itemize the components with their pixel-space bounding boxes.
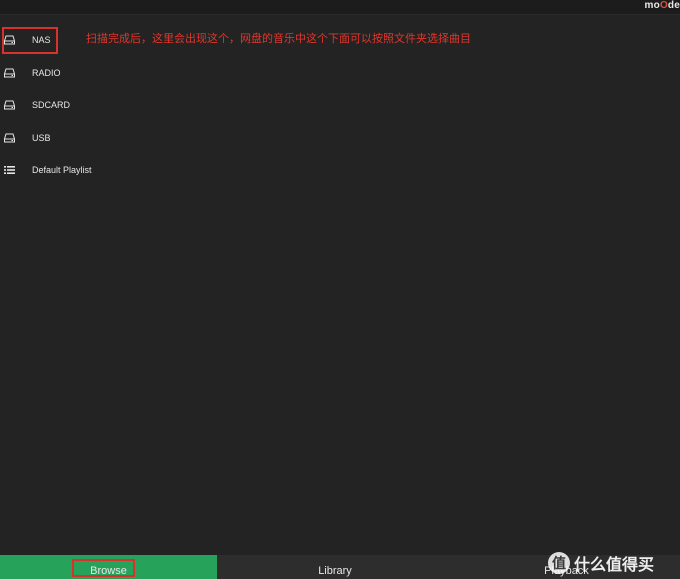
logo-accent: O bbox=[659, 0, 668, 11]
annotation-text: 扫描完成后，这里会出现这个，网盘的音乐中这个下面可以按照文件夹选择曲目 bbox=[86, 32, 471, 45]
tab-browse-label: Browse bbox=[90, 565, 127, 577]
tab-playback[interactable]: Playback bbox=[453, 555, 680, 579]
logo-prefix: mo bbox=[644, 0, 660, 11]
bottom-nav: Browse Library Playback bbox=[0, 555, 680, 579]
source-label: SDCARD bbox=[32, 100, 71, 111]
source-item-usb[interactable]: USB bbox=[0, 122, 680, 155]
top-bar: moOde bbox=[0, 0, 680, 15]
drive-icon bbox=[4, 100, 15, 110]
source-item-radio[interactable]: RADIO bbox=[0, 57, 680, 90]
drive-icon bbox=[4, 68, 15, 78]
list-icon bbox=[4, 166, 15, 175]
drive-icon bbox=[4, 133, 15, 143]
source-item-default-playlist[interactable]: Default Playlist bbox=[0, 154, 680, 187]
source-label: Default Playlist bbox=[32, 165, 92, 176]
source-item-sdcard[interactable]: SDCARD bbox=[0, 89, 680, 122]
source-label: RADIO bbox=[32, 67, 61, 78]
source-label: NAS bbox=[32, 35, 51, 46]
source-label: USB bbox=[32, 132, 51, 143]
logo-suffix: de bbox=[667, 0, 680, 11]
drive-icon bbox=[4, 35, 15, 45]
tab-browse[interactable]: Browse bbox=[0, 555, 217, 579]
tab-library[interactable]: Library bbox=[217, 555, 453, 579]
moode-logo[interactable]: moOde bbox=[645, 0, 680, 12]
tab-library-label: Library bbox=[318, 565, 352, 577]
tab-playback-label: Playback bbox=[544, 565, 589, 577]
source-list: NAS RADIO SDCARD USB Default Playlist bbox=[0, 24, 680, 187]
moode-browse-screen: moOde NAS RADIO SDCARD USB Default Playl… bbox=[0, 0, 680, 579]
